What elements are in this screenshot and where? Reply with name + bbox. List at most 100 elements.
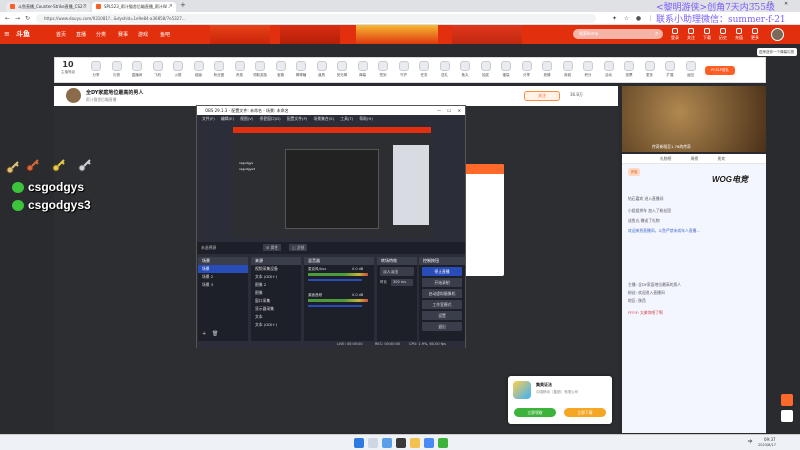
obs-menu-help[interactable]: 帮助(H): [359, 116, 372, 121]
add-scene-icon[interactable]: +: [202, 331, 206, 337]
chat-tab-gift[interactable]: 礼物榜: [660, 156, 671, 161]
scene-item[interactable]: 场景: [198, 265, 248, 273]
gift-item[interactable]: 分享: [85, 61, 107, 78]
source-item[interactable]: 文本 (GDI+): [251, 273, 301, 281]
browser-tab-1[interactable]: 斗鱼直播_Counter-Strike直播_CS2... ×: [6, 2, 90, 12]
obs-menu-file[interactable]: 文件(F): [202, 116, 215, 121]
gift-item[interactable]: 宝箱: [270, 61, 292, 78]
side-float-button[interactable]: [781, 394, 793, 406]
duration-input[interactable]: 300 ms: [391, 279, 413, 286]
gift-item[interactable]: 弹幕: [352, 61, 374, 78]
browser-tab-2[interactable]: SPL523_帮汁猫舍后瞄直播_帮汁W... ×: [92, 2, 176, 12]
menu-icon[interactable]: ⋮: [646, 14, 655, 23]
gift-item[interactable]: 棒棒糖: [290, 61, 312, 78]
stop-streaming-button[interactable]: 停止直播: [422, 267, 462, 276]
gift-item[interactable]: 荧光棒: [331, 61, 353, 78]
new-tab-button[interactable]: +: [180, 1, 186, 9]
header-banner-3[interactable]: [356, 25, 438, 44]
reload-icon[interactable]: ↻: [23, 14, 32, 23]
header-recharge[interactable]: 充值: [732, 28, 746, 41]
close-tab-icon[interactable]: ×: [169, 3, 173, 10]
source-item[interactable]: 显示器采集: [251, 305, 301, 313]
gift-item[interactable]: 商城: [557, 61, 579, 78]
extensions-icon[interactable]: ✦: [610, 14, 619, 23]
header-follow[interactable]: 关注: [684, 28, 698, 41]
app-popup[interactable]: 集美证法 中国移动（集团）有限公司 立即领取 立即下载: [508, 376, 612, 424]
obs-menu-tools[interactable]: 工具(T): [340, 116, 353, 121]
nav-games[interactable]: 游戏: [138, 31, 148, 38]
follow-button[interactable]: 关注: [524, 91, 560, 101]
search-icon[interactable]: ⌕: [655, 30, 658, 38]
obs-menu-edit[interactable]: 编辑(E): [221, 116, 234, 121]
obs-maximize-icon[interactable]: ☐: [447, 106, 451, 115]
gift-item[interactable]: 送礼: [434, 61, 456, 78]
streamer-avatar[interactable]: [66, 88, 81, 103]
obs-menu-scene-collection[interactable]: 场景集合(S): [314, 116, 335, 121]
header-banner-4[interactable]: [452, 25, 522, 44]
gift-item[interactable]: 贵族: [229, 61, 251, 78]
nav-events[interactable]: 赛事: [118, 31, 128, 38]
obs-close-icon[interactable]: ✕: [458, 106, 461, 115]
gift-item[interactable]: 任务: [413, 61, 435, 78]
volume-slider[interactable]: [308, 305, 362, 307]
gift-item[interactable]: 火箭: [167, 61, 189, 78]
user-avatar[interactable]: [771, 28, 784, 41]
source-item[interactable]: 窗口采集: [251, 297, 301, 305]
clock-time[interactable]: 09:37: [764, 437, 776, 442]
studio-mode-button[interactable]: 工作室模式: [422, 300, 462, 309]
gift-item[interactable]: 鱼丸: [454, 61, 476, 78]
source-item[interactable]: 文本: [251, 313, 301, 321]
obs-menu-profile[interactable]: 配置文件(P): [287, 116, 307, 121]
chat-tab-vip[interactable]: 贵宾: [717, 156, 725, 161]
gift-item[interactable]: 礼物: [106, 61, 128, 78]
nav-live[interactable]: 直播: [76, 31, 86, 38]
douyu-logo[interactable]: 斗鱼: [16, 29, 30, 39]
obs-preview[interactable]: csgodgys csgodgys3: [233, 127, 431, 238]
gift-item[interactable]: 扩展: [659, 61, 681, 78]
source-item[interactable]: 视频采集设备: [251, 265, 301, 273]
source-item[interactable]: 图像: [251, 289, 301, 297]
obs-title-bar[interactable]: OBS 29.1.3 - 配置文件: 未命名 - 场景: 未命名 — ☐ ✕: [197, 106, 465, 115]
gift-item[interactable]: 领取奖励: [249, 61, 271, 78]
gift-item[interactable]: 返回: [680, 61, 702, 78]
gift-item[interactable]: 道具: [311, 61, 333, 78]
obs-minimize-icon[interactable]: —: [437, 106, 441, 115]
profile-icon[interactable]: ●: [634, 14, 643, 23]
header-banner-1[interactable]: [210, 25, 270, 44]
header-download[interactable]: 下载: [700, 28, 714, 41]
source-item[interactable]: 图像 2: [251, 281, 301, 289]
popup-claim-button[interactable]: 立即领取: [514, 408, 556, 417]
gift-item[interactable]: 粉丝团: [208, 61, 230, 78]
gift-item[interactable]: 飞机: [147, 61, 169, 78]
obs-window[interactable]: OBS 29.1.3 - 配置文件: 未命名 - 场景: 未命名 — ☐ ✕ 文…: [196, 105, 466, 348]
start-icon[interactable]: [354, 438, 364, 448]
task-view-icon[interactable]: [382, 438, 392, 448]
obs-taskbar-icon[interactable]: [396, 438, 406, 448]
obs-menu-view[interactable]: 视图(V): [240, 116, 253, 121]
game-ad[interactable]: 传奇新服至1.76的传奇: [622, 86, 766, 152]
gift-item[interactable]: 直播间: [126, 61, 148, 78]
noble-badge[interactable]: 贵族: [628, 168, 640, 176]
header-more[interactable]: 更多: [748, 28, 762, 41]
gift-item[interactable]: 福袋: [495, 61, 517, 78]
input-language[interactable]: 中: [748, 439, 753, 445]
gift-item[interactable]: 更多: [639, 61, 661, 78]
gift-item[interactable]: 分享: [516, 61, 538, 78]
chrome-taskbar-icon[interactable]: [424, 438, 434, 448]
source-filters-button[interactable]: ◫ 滤镜: [289, 244, 308, 251]
popup-download-button[interactable]: 立即下载: [564, 408, 606, 417]
anchor-level[interactable]: 10 主播等级: [57, 60, 79, 80]
nav-yuba[interactable]: 鱼吧: [160, 31, 170, 38]
virtual-camera-button[interactable]: 启动虚拟摄像机: [422, 289, 462, 298]
volume-slider[interactable]: [308, 279, 362, 281]
search-taskbar-icon[interactable]: [368, 438, 378, 448]
transition-select[interactable]: 淡入淡出: [380, 267, 414, 276]
exit-button[interactable]: 退出: [422, 322, 462, 331]
gift-item[interactable]: 竞猜: [536, 61, 558, 78]
gift-item[interactable]: 活动: [598, 61, 620, 78]
gift-item[interactable]: 守护: [393, 61, 415, 78]
header-banner-2[interactable]: [280, 25, 340, 44]
source-item[interactable]: 文本 (GDI+): [251, 321, 301, 329]
nav-home[interactable]: 首页: [56, 31, 66, 38]
forward-icon[interactable]: →: [13, 14, 22, 23]
